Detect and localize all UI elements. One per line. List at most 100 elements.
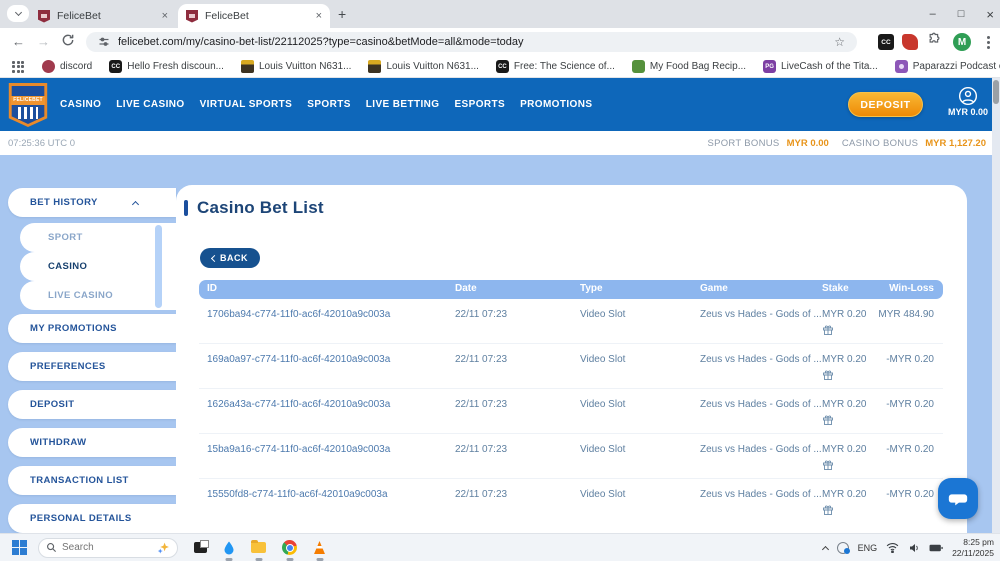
url-text[interactable]: felicebet.com/my/casino-bet-list/2211202… — [118, 36, 524, 48]
bet-date: 22/11 07:23 — [455, 489, 507, 500]
sidebar-item-transaction-list[interactable]: TRANSACTION LIST — [8, 466, 176, 495]
main-panel: Casino Bet List BACK ID Date Type Game S… — [176, 185, 967, 533]
table-header: ID Date Type Game Stake Win-Loss — [199, 280, 943, 299]
volume-icon[interactable] — [908, 542, 920, 554]
felicebet-logo[interactable]: FELICEBET — [8, 83, 48, 127]
bookmark-livecash[interactable]: PGLiveCash of the Tita... — [763, 60, 878, 73]
account-widget[interactable]: MYR 0.00 — [948, 86, 988, 117]
gift-icon — [822, 503, 834, 521]
sidebar-item-deposit[interactable]: DEPOSIT — [8, 390, 176, 419]
pg-favicon: PG — [763, 60, 776, 73]
taskbar-vlc[interactable] — [313, 534, 326, 561]
scrollbar-thumb[interactable] — [993, 80, 999, 104]
logo-text: FELICEBET — [11, 96, 45, 105]
bet-table: ID Date Type Game Stake Win-Loss 1706ba9… — [199, 280, 943, 524]
bookmarks-bar: discord CCHello Fresh discoun... Louis V… — [0, 56, 1000, 78]
page-scrollbar[interactable] — [992, 78, 1000, 533]
nav-casino[interactable]: CASINO — [60, 99, 101, 110]
bookmark-discord[interactable]: discord — [42, 60, 92, 73]
nav-live-betting[interactable]: LIVE BETTING — [366, 99, 440, 110]
extensions-puzzle-icon[interactable] — [927, 32, 943, 48]
browser-tab-1[interactable]: FeliceBet × — [30, 4, 176, 28]
bet-game: Zeus vs Hades - Gods of ... — [700, 354, 822, 365]
bet-date: 22/11 07:23 — [455, 309, 507, 320]
taskbar-file-explorer[interactable] — [251, 534, 266, 561]
battery-icon[interactable] — [929, 543, 943, 553]
tray-clock[interactable]: 8:25 pm 22/11/2025 — [952, 537, 994, 558]
chevron-down-icon — [14, 9, 21, 16]
nav-sports[interactable]: SPORTS — [307, 99, 351, 110]
refresh-icon[interactable] — [61, 33, 75, 50]
browser-tab-2-active[interactable]: FeliceBet × — [178, 4, 330, 28]
table-row: 1626a43a-c774-11f0-ac6f-42010a9c003a 22/… — [199, 389, 943, 434]
taskbar-app-drop[interactable] — [223, 534, 235, 561]
clock-time: 8:25 pm — [952, 537, 994, 548]
table-row: 169a0a97-c774-11f0-ac6f-42010a9c003a 22/… — [199, 344, 943, 389]
back-icon[interactable]: ← — [12, 34, 25, 49]
profile-avatar[interactable]: M — [953, 33, 971, 51]
gift-icon — [822, 368, 834, 386]
sidebar-item-bet-history[interactable]: BET HISTORY — [8, 188, 176, 217]
bookmark-paparazzi[interactable]: Paparazzi Podcast o... — [895, 60, 1000, 73]
bet-type: Video Slot — [580, 444, 625, 455]
site-status-bar: 07:25:36 UTC 0 SPORT BONUS MYR 0.00 CASI… — [0, 131, 1000, 155]
start-button[interactable] — [12, 540, 27, 555]
close-button[interactable]: × — [986, 7, 994, 22]
tab-close-icon[interactable]: × — [306, 10, 322, 22]
taskbar-chrome[interactable] — [282, 534, 297, 561]
tray-chevron-up[interactable] — [823, 544, 828, 552]
page-title: Casino Bet List — [184, 198, 324, 218]
bookmark-free-science[interactable]: CCFree: The Science of... — [496, 60, 615, 73]
sidebar-item-sport[interactable]: SPORT — [20, 223, 176, 252]
bet-date: 22/11 07:23 — [455, 444, 507, 455]
forward-icon[interactable]: → — [37, 34, 50, 49]
purple-favicon — [895, 60, 908, 73]
bet-type: Video Slot — [580, 399, 625, 410]
extension-cc-icon[interactable]: CC — [878, 34, 894, 50]
table-row: 15ba9a16-c774-11f0-ac6f-42010a9c003a 22/… — [199, 434, 943, 479]
bet-win-loss: -MYR 0.20 — [849, 489, 934, 500]
bet-game: Zeus vs Hades - Gods of ... — [700, 444, 822, 455]
browser-menu-icon[interactable] — [987, 36, 990, 49]
deposit-button[interactable]: DEPOSIT — [848, 92, 923, 117]
url-bar[interactable]: felicebet.com/my/casino-bet-list/2211202… — [86, 32, 857, 52]
chat-bubble-icon — [947, 488, 969, 510]
nav-live-casino[interactable]: LIVE CASINO — [116, 99, 184, 110]
maximize-button[interactable]: □ — [958, 8, 965, 20]
col-id: ID — [207, 283, 217, 294]
tray-language[interactable]: ENG — [858, 543, 878, 553]
tab-close-icon[interactable]: × — [152, 10, 168, 22]
nav-promotions[interactable]: PROMOTIONS — [520, 99, 592, 110]
table-row: 1706ba94-c774-11f0-ac6f-42010a9c003a 22/… — [199, 299, 943, 344]
live-chat-button[interactable] — [938, 478, 978, 519]
sidebar-item-preferences[interactable]: PREFERENCES — [8, 352, 176, 381]
wifi-icon[interactable] — [886, 542, 899, 553]
bet-id: 15550fd8-c774-11f0-ac6f-42010a9c003a — [207, 489, 388, 500]
apps-grid-icon[interactable] — [12, 61, 24, 73]
tray-sync-icon[interactable] — [837, 542, 849, 554]
sidebar-item-casino[interactable]: CASINO — [20, 252, 176, 281]
nav-virtual-sports[interactable]: VIRTUAL SPORTS — [200, 99, 293, 110]
bookmark-hellofresh[interactable]: CCHello Fresh discoun... — [109, 60, 224, 73]
sidebar-item-my-promotions[interactable]: MY PROMOTIONS — [8, 314, 176, 343]
site-controls-icon[interactable] — [98, 36, 110, 48]
extension-honey-icon[interactable] — [902, 34, 918, 50]
tab-search-button[interactable] — [7, 5, 29, 22]
new-tab-button[interactable]: + — [338, 6, 346, 22]
minimize-button[interactable]: – — [930, 8, 936, 20]
windows-taskbar: ENG 8:25 pm 22/11/2025 — [0, 533, 1000, 561]
bookmark-louis-vuitton-2[interactable]: Louis Vuitton N631... — [368, 60, 478, 73]
bet-type: Video Slot — [580, 354, 625, 365]
bookmark-my-food-bag[interactable]: My Food Bag Recip... — [632, 60, 746, 73]
task-view-button[interactable] — [194, 534, 207, 561]
bookmark-star-icon[interactable]: ☆ — [834, 35, 845, 49]
sidebar-item-live-casino[interactable]: LIVE CASINO — [20, 281, 176, 310]
bet-game: Zeus vs Hades - Gods of ... — [700, 309, 822, 320]
nav-esports[interactable]: ESPORTS — [454, 99, 505, 110]
taskbar-search[interactable] — [38, 538, 178, 558]
bookmark-louis-vuitton-1[interactable]: Louis Vuitton N631... — [241, 60, 351, 73]
search-input[interactable] — [62, 542, 142, 553]
sidebar-item-personal-details[interactable]: PERSONAL DETAILS — [8, 504, 176, 533]
sidebar-item-withdraw[interactable]: WITHDRAW — [8, 428, 176, 457]
back-button[interactable]: BACK — [200, 248, 260, 268]
